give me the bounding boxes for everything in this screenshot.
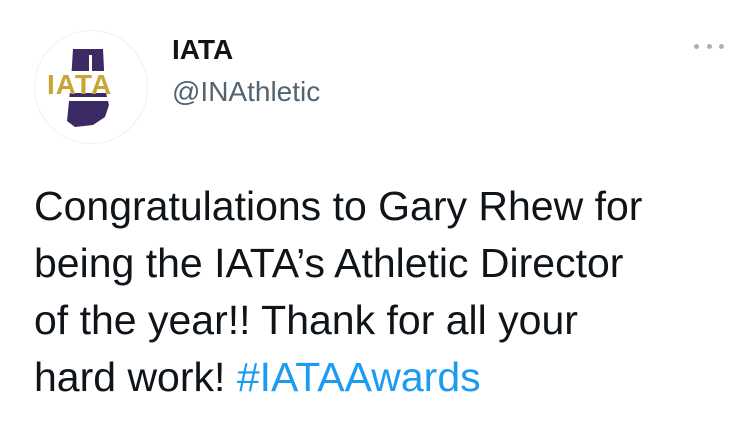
tweet-line: of the year!! Thank for all your [34,297,578,343]
dot [719,43,724,49]
avatar[interactable]: IATA [34,30,148,144]
dot [694,43,699,49]
tweet-line: being the IATA’s Athletic Director [34,240,624,286]
dot [706,43,712,49]
tweet-line: hard work! #IATAAwards [34,349,734,406]
handle[interactable]: @INAthletic [172,76,320,108]
tweet-line-text: hard work! [34,354,237,400]
tweet-line: Congratulations to Gary Rhew for [34,183,643,229]
avatar-logo-text: IATA [47,69,113,100]
tweet-card: IATA IATA @INAthletic Congratulations to… [0,0,750,447]
hashtag-link[interactable]: #IATAAwards [237,354,481,400]
tweet-text: Congratulations to Gary Rhew for being t… [34,178,734,406]
more-options-icon[interactable] [694,36,724,56]
display-name[interactable]: IATA [172,34,233,66]
